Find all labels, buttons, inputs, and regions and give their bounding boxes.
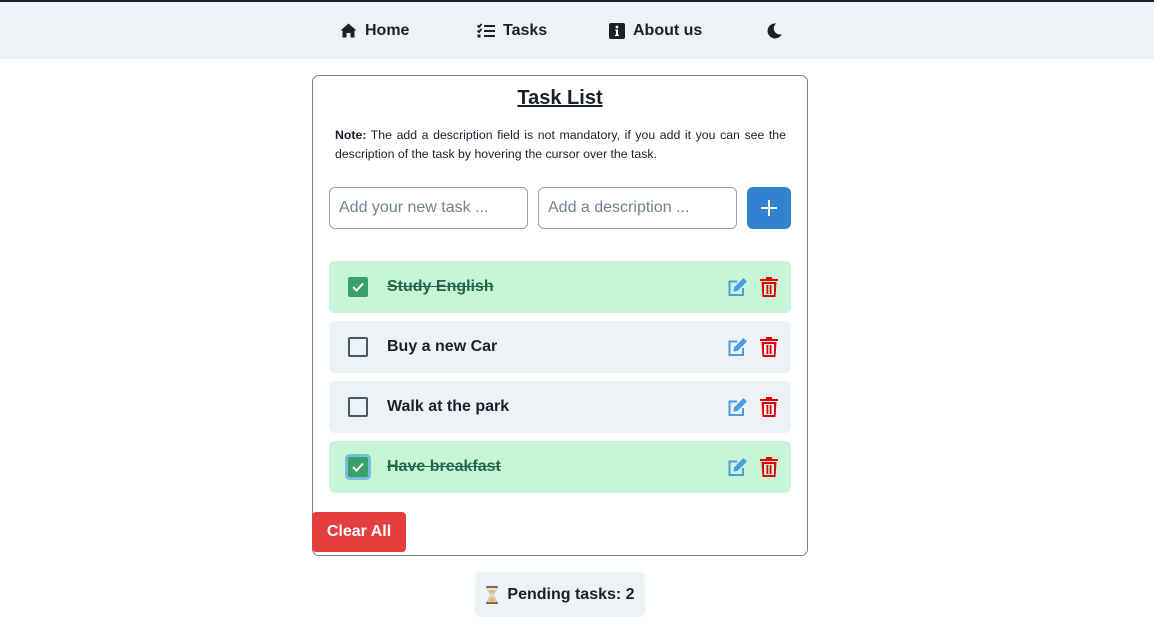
edit-icon[interactable] <box>727 277 749 297</box>
info-icon <box>609 22 625 39</box>
nav-about-label: About us <box>633 21 703 39</box>
task-checkbox[interactable] <box>348 397 368 417</box>
add-task-button[interactable] <box>747 187 791 229</box>
trash-icon[interactable] <box>759 276 779 298</box>
task-label: Study English <box>387 278 494 295</box>
nav-home[interactable]: Home <box>340 2 409 59</box>
task-checkbox[interactable] <box>348 337 368 357</box>
edit-icon[interactable] <box>727 457 749 477</box>
new-task-input[interactable] <box>329 187 528 229</box>
nav-tasks-label: Tasks <box>503 21 548 39</box>
nav-tasks[interactable]: Tasks <box>477 2 547 59</box>
task-item[interactable]: Have breakfast <box>329 441 791 493</box>
checkmark-icon <box>352 462 364 472</box>
pending-tasks-label: Pending tasks: 2 <box>507 585 635 603</box>
moon-icon <box>767 22 782 38</box>
note-label: Note: <box>335 128 367 142</box>
task-checkbox[interactable] <box>348 457 368 477</box>
hourglass-icon <box>486 585 499 604</box>
page-title: Task List <box>517 87 603 109</box>
nav-about[interactable]: About us <box>609 2 702 59</box>
trash-icon[interactable] <box>759 456 779 478</box>
task-label: Walk at the park <box>387 398 510 415</box>
nav-home-label: Home <box>365 21 410 39</box>
task-card: Task List Note: The add a description fi… <box>312 75 808 556</box>
task-item[interactable]: Study English <box>329 261 791 313</box>
trash-icon[interactable] <box>759 336 779 358</box>
checkmark-icon <box>352 282 364 292</box>
clear-all-button[interactable]: Clear All <box>312 512 406 552</box>
task-label: Have breakfast <box>387 458 501 475</box>
home-icon <box>340 23 357 38</box>
task-label: Buy a new Car <box>387 338 498 355</box>
edit-icon[interactable] <box>727 397 749 417</box>
plus-icon <box>761 200 777 216</box>
task-item[interactable]: Buy a new Car <box>329 321 791 373</box>
tasks-icon <box>477 23 495 38</box>
description-input[interactable] <box>538 187 737 229</box>
trash-icon[interactable] <box>759 396 779 418</box>
note-text: The add a description field is not manda… <box>335 128 786 161</box>
task-checkbox[interactable] <box>348 277 368 297</box>
note: Note: The add a description field is not… <box>335 126 786 164</box>
theme-toggle[interactable] <box>765 2 783 59</box>
edit-icon[interactable] <box>727 337 749 357</box>
pending-tasks-badge: Pending tasks: 2 <box>475 572 645 617</box>
task-item[interactable]: Walk at the park <box>329 381 791 433</box>
navbar: Home Tasks About us <box>0 2 1154 59</box>
